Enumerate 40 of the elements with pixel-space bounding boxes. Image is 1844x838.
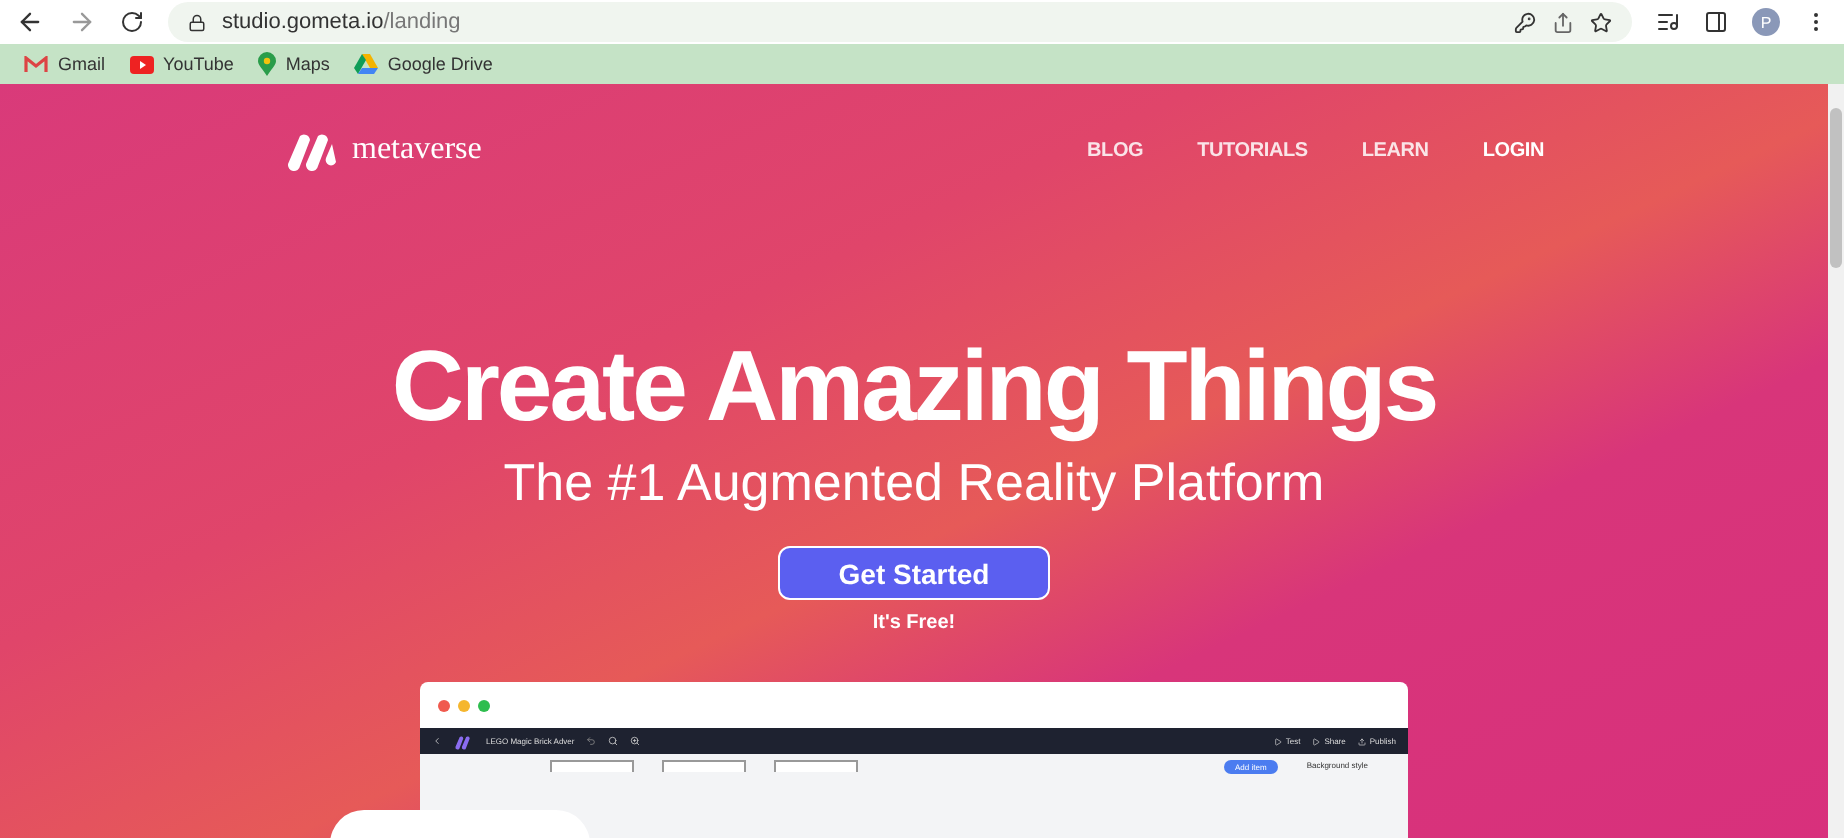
- zoom-icon: [630, 736, 641, 746]
- scene-thumbnail: [550, 760, 634, 772]
- bookmark-link[interactable]: YouTube: [129, 54, 234, 74]
- get-started-button[interactable]: Get Started: [778, 546, 1050, 600]
- bookmark-link[interactable]: Gmail: [24, 54, 106, 74]
- hero-subtitle: The #1 Augmented Reality Platform: [503, 452, 1325, 514]
- share-icon[interactable]: [1552, 11, 1574, 33]
- logo-icon: [284, 128, 340, 172]
- brand-name: metaverse: [352, 132, 482, 168]
- lock-icon: [188, 13, 206, 31]
- mail-icon: [24, 55, 48, 73]
- maximize-dot: [478, 699, 490, 711]
- key-icon[interactable]: [1514, 11, 1536, 33]
- close-dot: [438, 699, 450, 711]
- hero-title: Create Amazing Things: [391, 328, 1437, 444]
- scene-thumbnail: [774, 760, 858, 772]
- nav-link[interactable]: LOGIN: [1482, 139, 1544, 161]
- bookmark-link[interactable]: Google Drive: [353, 54, 493, 74]
- scene-thumbnail: [662, 760, 746, 772]
- play-icon: [129, 55, 154, 73]
- profile-avatar[interactable]: P: [1752, 8, 1780, 36]
- side-panel-icon[interactable]: [1704, 10, 1728, 34]
- star-icon[interactable]: [1590, 11, 1612, 33]
- media-icon[interactable]: [1656, 10, 1680, 34]
- undo-icon: [586, 736, 597, 746]
- reload-icon[interactable]: [120, 10, 144, 34]
- back-icon[interactable]: [16, 8, 44, 36]
- search-icon: [608, 736, 619, 746]
- bookmark-link[interactable]: Maps: [257, 52, 330, 76]
- nav-link[interactable]: TUTORIALS: [1197, 139, 1308, 161]
- forward-icon[interactable]: [68, 8, 96, 36]
- nav-link[interactable]: LEARN: [1361, 139, 1429, 161]
- nav-link[interactable]: BLOG: [1087, 139, 1144, 161]
- triangle-icon: [353, 54, 378, 74]
- minimize-dot: [458, 699, 470, 711]
- logo-icon: [454, 733, 474, 749]
- address-field[interactable]: studio.gometa.io/landing: [168, 2, 1632, 42]
- free-note: It's Free!: [872, 612, 956, 634]
- chevron-left-icon: [432, 736, 442, 746]
- map-pin-icon: [257, 52, 276, 76]
